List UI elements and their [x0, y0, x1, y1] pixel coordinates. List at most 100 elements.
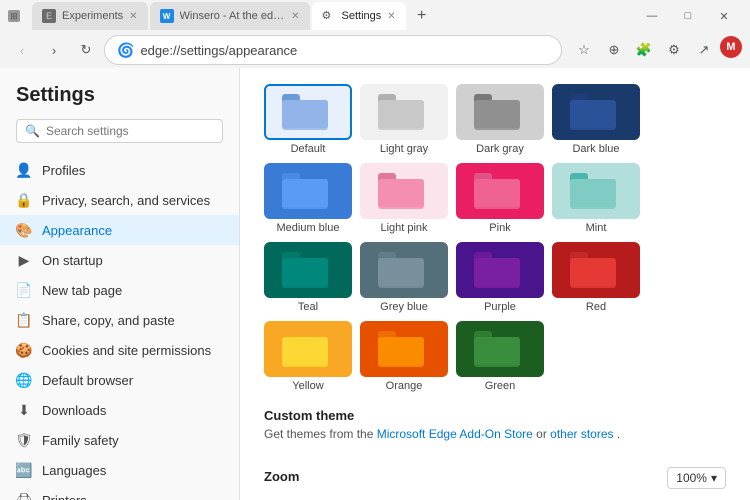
languages-icon: 🔤	[16, 462, 32, 478]
window-controls: — □ ✕	[634, 2, 742, 30]
swatch-yellow[interactable]: Yellow	[264, 321, 352, 392]
swatch-label-default: Default	[264, 143, 352, 155]
sidebar-item-family-label: Family safety	[42, 433, 119, 448]
extensions-icon[interactable]: 🧩	[630, 36, 658, 64]
swatch-label-light-pink: Light pink	[360, 222, 448, 234]
sidebar-item-browser-label: Default browser	[42, 373, 133, 388]
profiles-icon: 👤	[16, 162, 32, 178]
swatch-label-green: Green	[456, 380, 544, 392]
swatch-label-pink: Pink	[456, 222, 544, 234]
new-tab-button[interactable]: +	[408, 2, 436, 30]
back-button[interactable]: ‹	[8, 36, 36, 64]
settings-more-icon[interactable]: ⚙	[660, 36, 688, 64]
settings-favicon: ⚙	[322, 9, 336, 23]
swatch-label-dark-blue: Dark blue	[552, 143, 640, 155]
tab-experiments-label: Experiments	[62, 10, 123, 22]
swatch-default[interactable]: Default	[264, 84, 352, 155]
swatch-label-yellow: Yellow	[264, 380, 352, 392]
swatch-label-red: Red	[552, 301, 640, 313]
swatch-orange[interactable]: Orange	[360, 321, 448, 392]
sidebar-item-browser[interactable]: 🌐 Default browser	[0, 365, 239, 395]
swatch-pink[interactable]: Pink	[456, 163, 544, 234]
edge-logo-icon: 🌀	[117, 42, 134, 59]
other-stores-link[interactable]: other stores	[550, 427, 613, 441]
store-link[interactable]: Microsoft Edge Add-On Store	[377, 427, 533, 441]
search-box[interactable]: 🔍	[16, 119, 223, 143]
swatch-medium-blue[interactable]: Medium blue	[264, 163, 352, 234]
close-button[interactable]: ✕	[706, 2, 742, 30]
tab-experiments[interactable]: E Experiments ✕	[32, 2, 148, 30]
sidebar-item-appearance[interactable]: 🎨 Appearance	[0, 215, 239, 245]
address-bar[interactable]: 🌀 edge://settings/appearance	[104, 35, 562, 65]
tab-winsero-label: Winsero - At the edge of tweak...	[180, 10, 286, 22]
swatch-light-gray[interactable]: Light gray	[360, 84, 448, 155]
profile-avatar[interactable]: M	[720, 36, 742, 58]
nav-bar: ‹ › ↻ 🌀 edge://settings/appearance ☆ ⊕ 🧩…	[0, 32, 750, 68]
sidebar-item-printers-label: Printers	[42, 493, 87, 500]
swatch-mint[interactable]: Mint	[552, 163, 640, 234]
tab-experiments-close[interactable]: ✕	[129, 11, 137, 22]
swatch-dark-blue[interactable]: Dark blue	[552, 84, 640, 155]
tab-settings-label: Settings	[342, 10, 382, 22]
swatch-label-purple: Purple	[456, 301, 544, 313]
sidebar-item-downloads[interactable]: ⬇ Downloads	[0, 395, 239, 425]
cookies-icon: 🍪	[16, 342, 32, 358]
sidebar-item-profiles-label: Profiles	[42, 163, 85, 178]
startup-icon: ▶	[16, 252, 32, 268]
swatch-grey-blue[interactable]: Grey blue	[360, 242, 448, 313]
sidebar-item-newtab-label: New tab page	[42, 283, 122, 298]
maximize-button[interactable]: □	[670, 2, 706, 30]
zoom-select[interactable]: 100% ▾	[667, 467, 726, 489]
swatch-label-orange: Orange	[360, 380, 448, 392]
newtab-icon: 📄	[16, 282, 32, 298]
sidebar-item-startup[interactable]: ▶ On startup	[0, 245, 239, 275]
browser-chrome: ⊞ E Experiments ✕ W Winsero - At the edg…	[0, 0, 750, 500]
favorites-icon[interactable]: ☆	[570, 36, 598, 64]
swatch-green[interactable]: Green	[456, 321, 544, 392]
sidebar-item-downloads-label: Downloads	[42, 403, 106, 418]
swatch-dark-gray[interactable]: Dark gray	[456, 84, 544, 155]
tab-settings-close[interactable]: ✕	[387, 11, 395, 22]
tab-winsero-close[interactable]: ✕	[291, 11, 299, 22]
swatch-label-light-gray: Light gray	[360, 143, 448, 155]
color-swatches-grid: Default Light gray Dark gray Dark blue M	[264, 84, 726, 392]
winsero-favicon: W	[160, 9, 174, 23]
tab-winsero[interactable]: W Winsero - At the edge of tweak... ✕	[150, 2, 310, 30]
printers-icon: 🖨	[16, 492, 32, 500]
swatch-label-grey-blue: Grey blue	[360, 301, 448, 313]
main-layout: Settings 🔍 👤 Profiles 🔒 Privacy, search,…	[0, 68, 750, 500]
swatch-label-teal: Teal	[264, 301, 352, 313]
downloads-icon: ⬇	[16, 402, 32, 418]
appearance-icon: 🎨	[16, 222, 32, 238]
swatch-label-medium-blue: Medium blue	[264, 222, 352, 234]
swatch-red[interactable]: Red	[552, 242, 640, 313]
sidebar-item-cookies[interactable]: 🍪 Cookies and site permissions	[0, 335, 239, 365]
minimize-button[interactable]: —	[634, 2, 670, 30]
zoom-row: Zoom 100% ▾	[264, 457, 726, 499]
sidebar-item-share[interactable]: 📋 Share, copy, and paste	[0, 305, 239, 335]
refresh-button[interactable]: ↻	[72, 36, 100, 64]
title-bar: ⊞ E Experiments ✕ W Winsero - At the edg…	[0, 0, 750, 32]
tabs-area: E Experiments ✕ W Winsero - At the edge …	[32, 2, 630, 30]
tab-settings[interactable]: ⚙ Settings ✕	[312, 2, 406, 30]
search-input[interactable]	[46, 124, 214, 138]
sidebar-item-privacy[interactable]: 🔒 Privacy, search, and services	[0, 185, 239, 215]
forward-button[interactable]: ›	[40, 36, 68, 64]
content-area: Default Light gray Dark gray Dark blue M	[240, 68, 750, 500]
swatch-label-mint: Mint	[552, 222, 640, 234]
sidebar-item-printers[interactable]: 🖨 Printers	[0, 485, 239, 500]
swatch-purple[interactable]: Purple	[456, 242, 544, 313]
system-menu-icon[interactable]: ⊞	[8, 10, 20, 22]
sidebar-item-family[interactable]: 🛡 Family safety	[0, 425, 239, 455]
share-icon[interactable]: ↗	[690, 36, 718, 64]
sidebar-item-profiles[interactable]: 👤 Profiles	[0, 155, 239, 185]
sidebar-item-languages[interactable]: 🔤 Languages	[0, 455, 239, 485]
privacy-icon: 🔒	[16, 192, 32, 208]
experiments-favicon: E	[42, 9, 56, 23]
swatch-teal[interactable]: Teal	[264, 242, 352, 313]
sidebar-item-newtab[interactable]: 📄 New tab page	[0, 275, 239, 305]
collections-icon[interactable]: ⊕	[600, 36, 628, 64]
swatch-light-pink[interactable]: Light pink	[360, 163, 448, 234]
sidebar-item-share-label: Share, copy, and paste	[42, 313, 175, 328]
title-bar-left: ⊞	[8, 10, 20, 22]
